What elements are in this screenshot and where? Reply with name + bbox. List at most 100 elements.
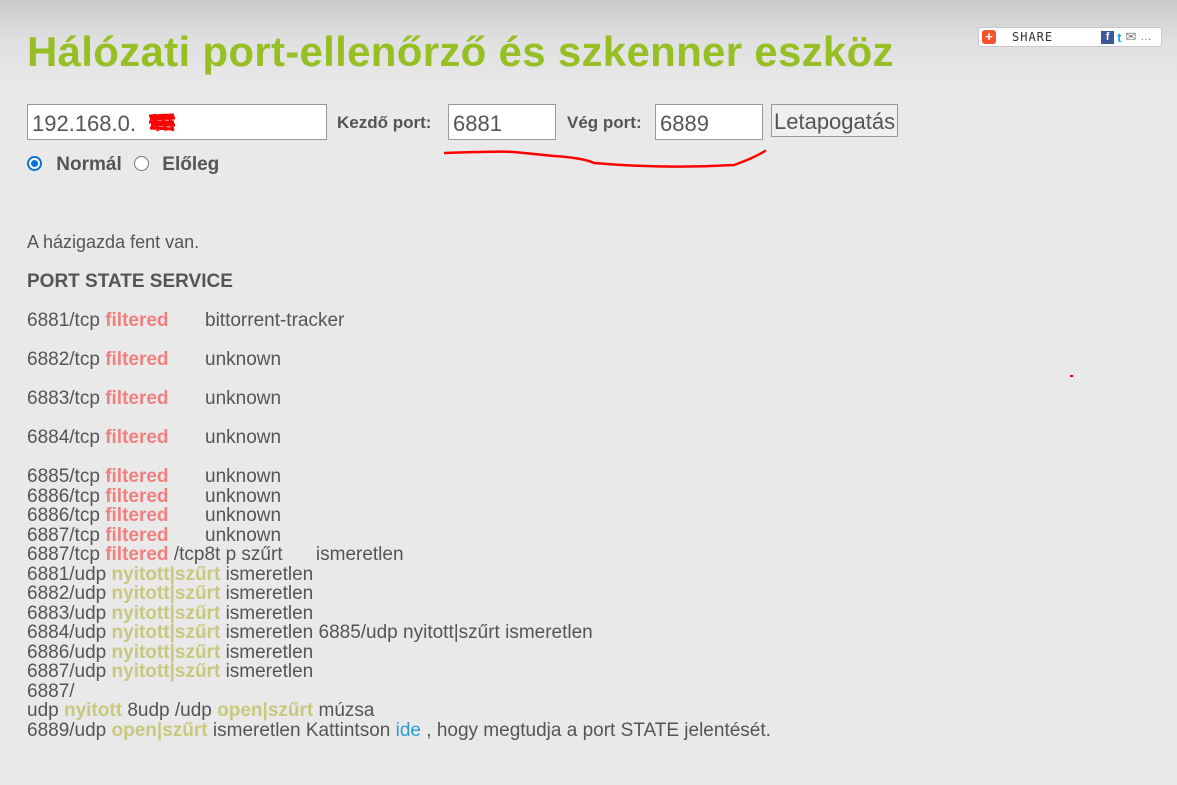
service: ismeretlen bbox=[225, 583, 314, 604]
state: filtered bbox=[105, 388, 169, 409]
state: filtered bbox=[105, 427, 169, 448]
port: 6883/udp bbox=[27, 603, 107, 624]
mode-forward-option[interactable]: Előleg bbox=[134, 154, 219, 176]
radio-selected-icon[interactable] bbox=[27, 156, 42, 171]
state: filtered bbox=[105, 466, 169, 487]
state: nyitott|szűrt bbox=[111, 642, 221, 663]
service: unknown bbox=[205, 486, 282, 507]
udp-row: 6881/udp nyitott|szűrt ismeretlen bbox=[27, 565, 313, 585]
port: 6887/tcp bbox=[27, 525, 100, 546]
facebook-icon[interactable]: f bbox=[1101, 30, 1115, 44]
state: filtered bbox=[105, 310, 169, 331]
state: open|szűrt bbox=[217, 700, 314, 721]
host-status: A házigazda fent van. bbox=[27, 232, 200, 252]
fragment-line: udp nyitott 8udp /udp open|szűrt múzsa bbox=[27, 701, 374, 721]
service: bittorrent-tracker bbox=[205, 310, 345, 331]
row-text: ismeretlen Kattintson bbox=[212, 720, 391, 741]
state: filtered bbox=[105, 486, 169, 507]
state: nyitott|szűrt bbox=[111, 622, 221, 643]
udp-row: 6884/udp nyitott|szűrt ismeretlen 6885/u… bbox=[27, 623, 593, 643]
port: 6881/tcp bbox=[27, 310, 100, 331]
service: ismeretlen bbox=[225, 564, 314, 585]
row-text: udp bbox=[27, 700, 59, 721]
result-row-mixed: 6887/tcp filtered /tcp8t p szűrt ismeret… bbox=[27, 545, 404, 565]
mode-normal-label: Normál bbox=[56, 154, 122, 175]
port: 6881/udp bbox=[27, 564, 107, 585]
state: nyitott|szűrt bbox=[111, 661, 221, 682]
end-port-input[interactable] bbox=[655, 104, 763, 140]
red-underline-annotation bbox=[444, 149, 767, 168]
service: unknown bbox=[205, 427, 282, 448]
service: ismeretlen bbox=[225, 603, 314, 624]
plus-icon: + bbox=[982, 30, 996, 44]
port: 6886/tcp bbox=[27, 505, 100, 526]
udp-row: 6882/udp nyitott|szűrt ismeretlen bbox=[27, 584, 313, 604]
last-row: 6889/udp open|szűrt ismeretlen Kattintso… bbox=[27, 721, 771, 741]
result-row: 6886/tcp filtered unknown bbox=[27, 505, 281, 526]
email-icon[interactable]: ✉ bbox=[1125, 29, 1136, 45]
service: unknown bbox=[205, 466, 282, 487]
share-widget[interactable]: + SHARE f t ✉ … bbox=[978, 27, 1162, 47]
service: unknown bbox=[205, 505, 282, 526]
service: ismeretlen bbox=[315, 544, 404, 565]
redaction-scribble bbox=[148, 113, 176, 132]
state: nyitott|szűrt bbox=[111, 583, 221, 604]
row-text: 8udp /udp bbox=[127, 700, 212, 721]
service: ismeretlen bbox=[225, 622, 314, 643]
port: 6889/udp bbox=[27, 720, 107, 741]
port: 6884/tcp bbox=[27, 427, 100, 448]
more-icon[interactable]: … bbox=[1140, 31, 1151, 43]
state: filtered bbox=[105, 349, 169, 370]
mode-normal-option[interactable]: Normál bbox=[27, 154, 122, 176]
state: filtered bbox=[105, 525, 169, 546]
mode-forward-label: Előleg bbox=[162, 154, 220, 175]
page-title: Hálózati port-ellenőrző és szkenner eszk… bbox=[27, 28, 894, 75]
port: 6882/tcp bbox=[27, 349, 100, 370]
state: nyitott bbox=[63, 700, 123, 721]
udp-row: 6886/udp nyitott|szűrt ismeretlen bbox=[27, 643, 313, 663]
result-row: 6881/tcp filtered bittorrent-tracker bbox=[27, 310, 344, 331]
scan-button[interactable]: Letapogatás bbox=[771, 104, 899, 137]
state: filtered bbox=[105, 505, 169, 526]
result-row: 6883/tcp filtered unknown bbox=[27, 388, 281, 409]
result-row: 6887/tcp filtered unknown bbox=[27, 525, 281, 546]
service: ismeretlen bbox=[225, 642, 314, 663]
port: 6884/udp bbox=[27, 622, 107, 643]
radio-unselected-icon[interactable] bbox=[134, 156, 149, 171]
red-dot-mark bbox=[1070, 375, 1073, 377]
port: 6883/tcp bbox=[27, 388, 100, 409]
port: 6885/tcp bbox=[27, 466, 100, 487]
result-row: 6884/tcp filtered unknown bbox=[27, 427, 281, 448]
fragment-line: 6887/ bbox=[27, 681, 75, 702]
udp-row: 6883/udp nyitott|szűrt ismeretlen bbox=[27, 604, 313, 624]
start-port-label: Kezdő port: bbox=[337, 113, 432, 132]
port: 6882/udp bbox=[27, 583, 107, 604]
state: nyitott|szűrt bbox=[111, 564, 221, 585]
service: unknown bbox=[205, 349, 282, 370]
port: 6886/tcp bbox=[27, 486, 100, 507]
start-port-input[interactable] bbox=[448, 104, 556, 140]
state: filtered bbox=[105, 544, 169, 565]
twitter-icon[interactable]: t bbox=[1117, 30, 1121, 45]
port: 6886/udp bbox=[27, 642, 107, 663]
service: unknown bbox=[205, 525, 282, 546]
port: 6887/udp bbox=[27, 661, 107, 682]
results-header: PORT STATE SERVICE bbox=[27, 271, 233, 292]
service: ismeretlen bbox=[225, 661, 314, 682]
state: open|szűrt bbox=[111, 720, 208, 741]
end-port-label: Vég port: bbox=[567, 113, 642, 132]
result-row: 6885/tcp filtered unknown bbox=[27, 466, 281, 487]
service: unknown bbox=[205, 388, 282, 409]
row-text: , hogy megtudja a port STATE jelentését. bbox=[426, 720, 771, 741]
row-text: /tcp8t p szűrt bbox=[173, 544, 283, 565]
result-row: 6886/tcp filtered unknown bbox=[27, 486, 281, 507]
row-text: 6885/udp nyitott|szűrt ismeretlen bbox=[318, 622, 593, 643]
result-row: 6882/tcp filtered unknown bbox=[27, 349, 281, 370]
host-input[interactable] bbox=[27, 104, 327, 140]
share-label: SHARE bbox=[1012, 30, 1054, 44]
row-text: múzsa bbox=[318, 700, 375, 721]
state: nyitott|szűrt bbox=[111, 603, 221, 624]
state-help-link[interactable]: ide bbox=[396, 720, 421, 741]
udp-row: 6887/udp nyitott|szűrt ismeretlen bbox=[27, 662, 313, 682]
port: 6887/tcp bbox=[27, 544, 100, 565]
